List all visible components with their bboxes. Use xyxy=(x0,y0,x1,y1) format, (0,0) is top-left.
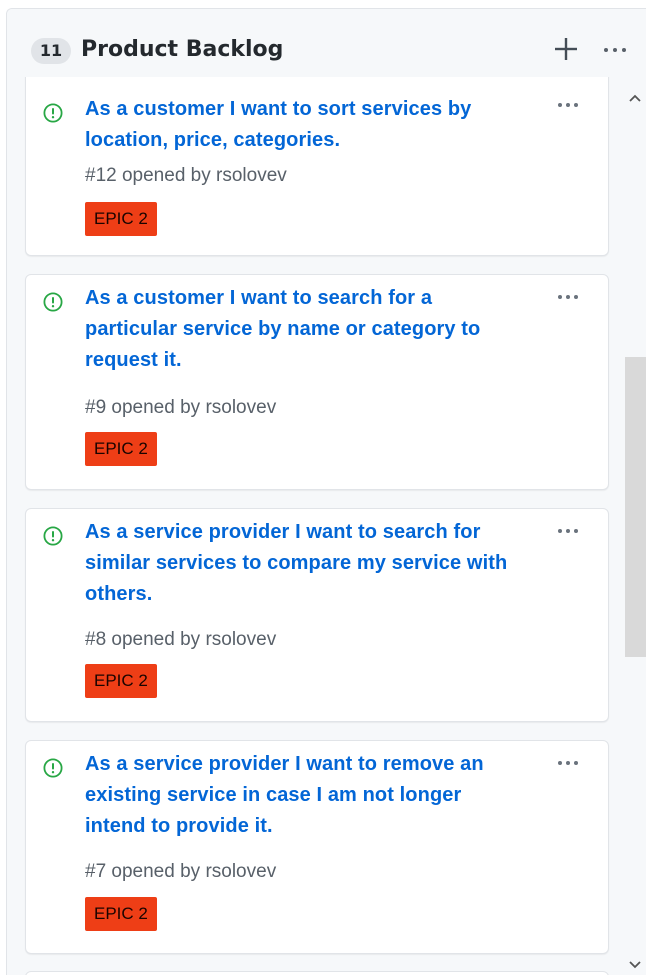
issue-card[interactable]: As a customer I want to search for a par… xyxy=(25,274,609,490)
kebab-horizontal-icon[interactable] xyxy=(556,525,580,537)
issue-opened-icon xyxy=(43,292,63,312)
issue-meta: #7 opened by rsolovev xyxy=(85,861,277,882)
issue-label[interactable]: EPIC 2 xyxy=(85,664,157,698)
project-column: As a customer I want to sort services by… xyxy=(6,8,646,975)
issue-meta: #12 opened by rsolovev xyxy=(85,165,287,186)
issue-title-link[interactable]: As a customer I want to search for a par… xyxy=(85,283,525,376)
kebab-horizontal-icon[interactable] xyxy=(556,757,580,769)
issue-meta: #9 opened by rsolovev xyxy=(85,397,277,418)
issue-card[interactable]: As a service provider I want to search f… xyxy=(25,508,609,722)
column-scrollbar[interactable] xyxy=(623,81,646,975)
issue-opened-icon xyxy=(43,103,63,123)
issue-card[interactable]: As a service provider I want to remove a… xyxy=(25,740,609,954)
scrollbar-thumb[interactable] xyxy=(625,357,646,657)
issue-title-link[interactable]: As a service provider I want to search f… xyxy=(85,517,525,610)
kebab-horizontal-icon[interactable] xyxy=(602,35,628,63)
issue-count-badge: 11 xyxy=(31,38,71,64)
issue-meta: #8 opened by rsolovev xyxy=(85,629,277,650)
issue-card[interactable] xyxy=(25,971,609,975)
kebab-horizontal-icon[interactable] xyxy=(556,99,580,111)
issue-opened-icon xyxy=(43,758,63,778)
issue-label[interactable]: EPIC 2 xyxy=(85,202,157,236)
plus-icon[interactable] xyxy=(552,35,580,63)
issue-opened-icon xyxy=(43,526,63,546)
chevron-up-icon[interactable] xyxy=(627,91,643,105)
column-title: Product Backlog xyxy=(81,37,284,62)
kebab-horizontal-icon[interactable] xyxy=(556,291,580,303)
card-list: As a customer I want to sort services by… xyxy=(7,9,617,975)
issue-card[interactable]: As a customer I want to sort services by… xyxy=(25,69,609,256)
issue-title-link[interactable]: As a service provider I want to remove a… xyxy=(85,749,525,842)
chevron-down-icon[interactable] xyxy=(627,958,643,972)
issue-label[interactable]: EPIC 2 xyxy=(85,897,157,931)
issue-title-link[interactable]: As a customer I want to sort services by… xyxy=(85,94,525,156)
column-header: 11 Product Backlog xyxy=(7,9,646,77)
issue-label[interactable]: EPIC 2 xyxy=(85,432,157,466)
